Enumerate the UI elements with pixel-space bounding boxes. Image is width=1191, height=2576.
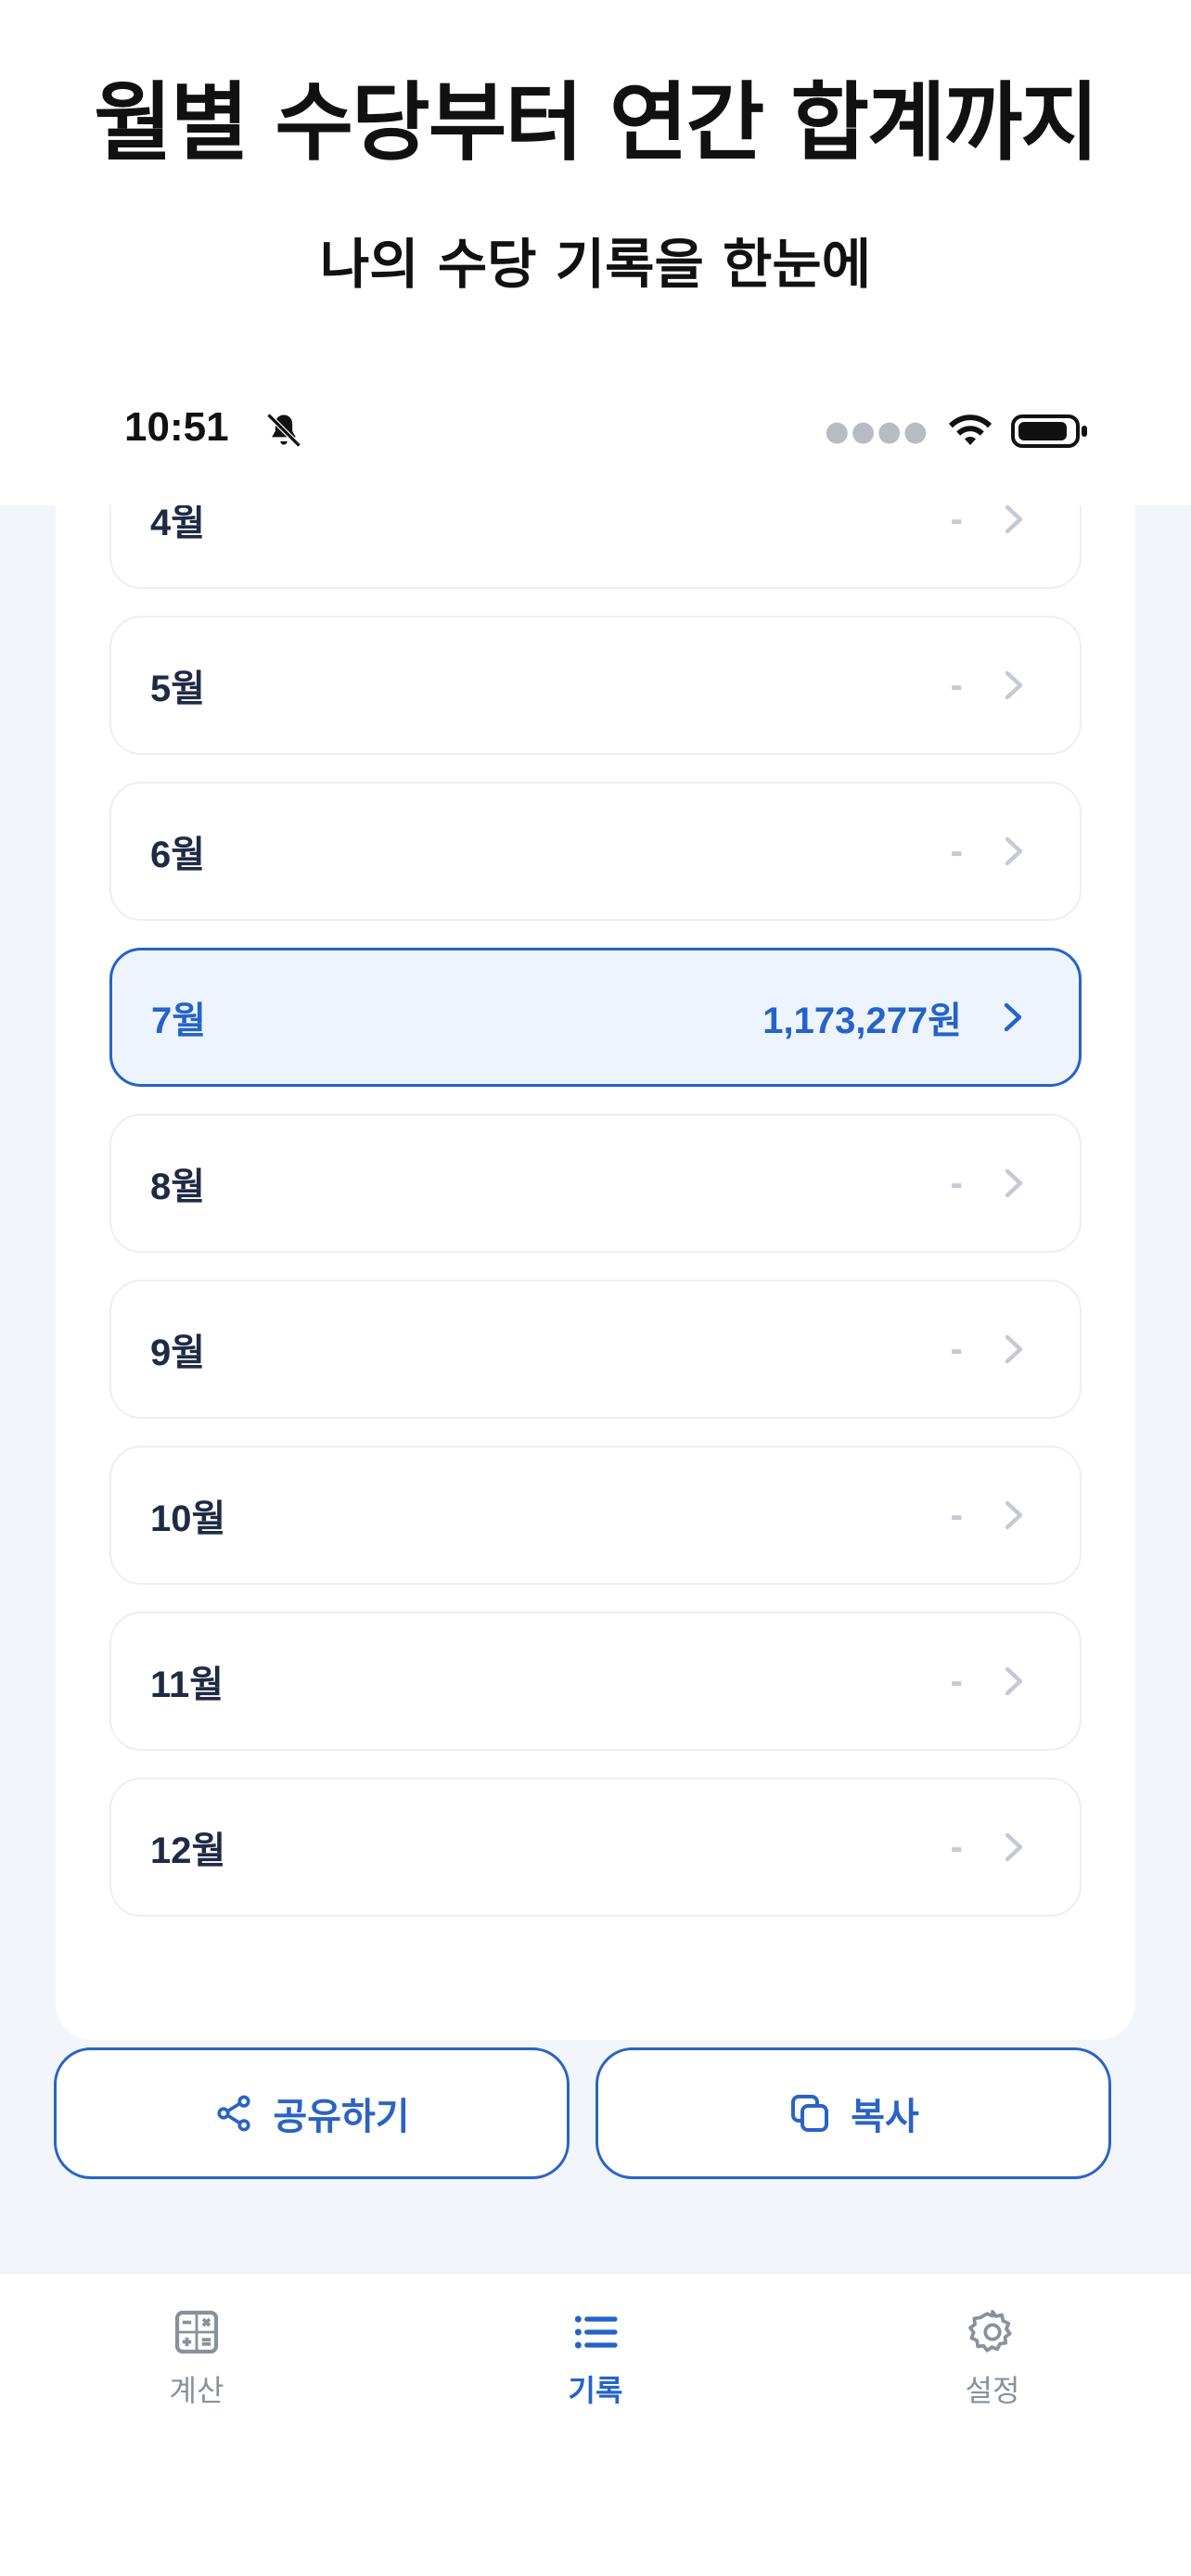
chevron-right-icon [1000,1832,1028,1862]
battery-icon [1011,414,1087,448]
share-button[interactable]: 공유하기 [54,2047,570,2179]
month-amount: - [950,1162,963,1204]
tab-settings-label: 설정 [965,2373,1020,2408]
month-amount: 1,173,277원 [762,1001,962,1041]
month-amount: - [950,1494,963,1536]
chevron-right-icon [999,1002,1027,1032]
bottom-tab-bar: 계산 기록 설정 [0,2272,1191,2576]
month-label: 11월 [150,1664,224,1705]
status-icons: ●●●● [825,408,1089,454]
chevron-right-icon [1000,670,1028,700]
copy-icon [791,2095,829,2132]
chevron-right-icon [1000,1666,1028,1696]
promo-title: 월별 수당부터 연간 합계까지 [94,73,1099,172]
tab-calculate-label: 계산 [169,2373,224,2408]
month-amount: - [950,505,963,540]
tab-settings[interactable]: 설정 [900,2306,1085,2410]
month-row[interactable]: 10월 - [109,1446,1082,1585]
tab-calculate[interactable]: 계산 [104,2306,289,2410]
month-label: 4월 [150,505,206,543]
month-row[interactable]: 5월 - [109,616,1082,755]
month-label: 7월 [151,1001,207,1041]
chevron-right-icon [1000,1500,1028,1530]
month-amount: - [950,664,963,706]
promo-subtitle: 나의 수당 기록을 한눈에 [319,233,872,296]
status-bar: 10:51 ●●●● [0,389,1191,505]
records-screen[interactable]: 4월 -5월 -6월 -7월 1,173,277원 8월 -9월 -10월 -11월 -12월 - … [0,505,1191,2272]
tab-records[interactable]: 기록 [503,2306,688,2410]
chevron-right-icon [1000,1334,1028,1364]
month-row[interactable]: 9월 - [109,1280,1082,1419]
list-icon [574,2315,618,2349]
month-row[interactable]: 4월 - [109,505,1082,589]
share-button-label: 공유하기 [273,2096,410,2138]
month-row[interactable]: 11월 - [109,1612,1082,1751]
status-time: 10:51 [124,404,229,450]
month-row[interactable]: 12월 - [109,1778,1082,1917]
wifi-icon [949,414,992,445]
chevron-right-icon [1000,836,1028,866]
chevron-right-icon [1000,1168,1028,1198]
signal-dots-icon: ●●●● [825,414,929,448]
month-label: 6월 [150,835,206,875]
month-amount: - [950,1660,963,1702]
month-row[interactable]: 8월 - [109,1114,1082,1253]
bell-off-icon [266,413,301,448]
share-icon [217,2095,250,2132]
gear-icon [968,2309,1012,2353]
month-label: 8월 [150,1167,206,1207]
month-amount: - [950,830,963,872]
copy-button[interactable]: 복사 [596,2047,1111,2179]
month-label: 12월 [150,1830,226,1871]
copy-button-label: 복사 [851,2096,919,2138]
month-amount: - [950,1328,963,1370]
chevron-right-icon [1000,505,1028,534]
month-amount: - [950,1826,963,1868]
month-label: 5월 [150,669,206,709]
monthly-list-card: 4월 - 5월 - 6월 - 7월 1,173,277원 8월 - 9월 - 10월 - 11월 - 12월 - [56,505,1135,2040]
calculator-icon [174,2310,219,2354]
tab-records-label: 기록 [568,2373,623,2408]
month-row[interactable]: 6월 - [109,782,1082,921]
month-label: 10월 [150,1498,226,1539]
month-row[interactable]: 7월 1,173,277원 [109,948,1082,1087]
month-label: 9월 [150,1333,206,1373]
